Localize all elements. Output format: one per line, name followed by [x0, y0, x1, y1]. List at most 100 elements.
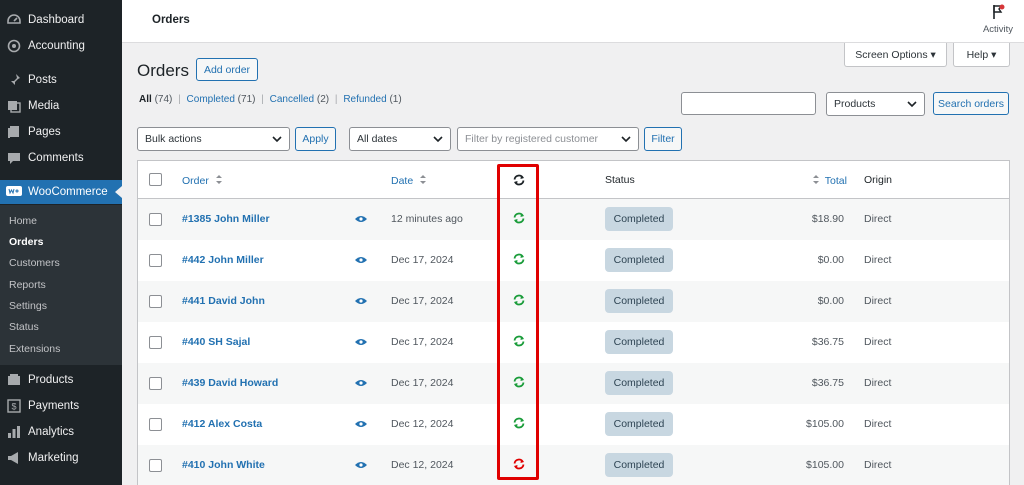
sidebar-item-label: Comments: [28, 152, 84, 164]
row-checkbox[interactable]: [149, 377, 162, 390]
chevron-down-icon: [621, 136, 631, 143]
sidebar-item-comments[interactable]: Comments: [0, 146, 122, 170]
sidebar-item-label: Accounting: [28, 40, 85, 52]
order-link[interactable]: #439 David Howard: [182, 377, 278, 389]
woocommerce-submenu: Home Orders Customers Reports Settings S…: [0, 205, 122, 365]
order-link[interactable]: #410 John White: [182, 459, 265, 471]
table-row[interactable]: #441 David John Dec 17, 2024 Completed $…: [138, 281, 1009, 322]
order-link[interactable]: #442 John Miller: [182, 254, 264, 266]
sidebar-item-payments[interactable]: $ Payments: [0, 394, 122, 418]
filter-completed[interactable]: Completed: [187, 94, 235, 105]
activity-button[interactable]: Activity: [980, 4, 1016, 35]
order-link[interactable]: #440 SH Sajal: [182, 336, 250, 348]
total-column-header[interactable]: Total: [812, 174, 847, 187]
table-header-row: Order Date Status Total Origin: [138, 161, 1009, 199]
row-checkbox[interactable]: [149, 418, 162, 431]
order-date: Dec 17, 2024: [391, 254, 454, 266]
sidebar-item-label: Analytics: [28, 426, 75, 438]
sync-status-icon: [513, 376, 525, 388]
preview-eye-icon[interactable]: [355, 297, 367, 305]
submenu-extensions[interactable]: Extensions: [9, 343, 60, 355]
preview-eye-icon[interactable]: [355, 379, 367, 387]
filter-all[interactable]: All: [139, 94, 152, 105]
filter-completed-count: (71): [237, 94, 256, 105]
search-orders-button[interactable]: Search orders: [933, 92, 1009, 115]
sidebar-item-accounting[interactable]: Accounting: [0, 34, 122, 58]
table-row[interactable]: #412 Alex Costa Dec 12, 2024 Completed $…: [138, 404, 1009, 445]
sidebar-item-dashboard[interactable]: Dashboard: [0, 8, 122, 32]
row-checkbox[interactable]: [149, 213, 162, 226]
bulk-actions-value: Bulk actions: [145, 133, 202, 145]
submenu-reports[interactable]: Reports: [9, 279, 46, 291]
row-checkbox[interactable]: [149, 295, 162, 308]
order-date: Dec 17, 2024: [391, 336, 454, 348]
date-column-header[interactable]: Date: [391, 174, 427, 187]
sidebar-item-media[interactable]: Media: [0, 94, 122, 118]
search-input[interactable]: [681, 92, 816, 115]
order-column-header[interactable]: Order: [182, 174, 223, 187]
sidebar-item-analytics[interactable]: Analytics: [0, 420, 122, 444]
order-link[interactable]: #441 David John: [182, 295, 265, 307]
page-title: Orders: [152, 14, 190, 26]
select-all-checkbox[interactable]: [149, 173, 162, 186]
order-date: Dec 12, 2024: [391, 418, 454, 430]
page-heading: Orders: [137, 61, 189, 80]
order-total: $36.75: [811, 336, 844, 348]
table-row[interactable]: #439 David Howard Dec 17, 2024 Completed…: [138, 363, 1009, 404]
order-origin: Direct: [864, 336, 892, 348]
customer-filter-placeholder: Filter by registered customer: [465, 133, 599, 145]
pin-icon: [6, 72, 22, 88]
order-origin: Direct: [864, 459, 892, 471]
order-date: Dec 12, 2024: [391, 459, 454, 471]
submenu-customers[interactable]: Customers: [9, 257, 60, 269]
order-link[interactable]: #412 Alex Costa: [182, 418, 262, 430]
screen-options-button[interactable]: Screen Options ▾: [844, 43, 947, 67]
order-link[interactable]: #1385 John Miller: [182, 213, 270, 225]
bulk-actions-select[interactable]: Bulk actions: [137, 127, 290, 151]
row-checkbox[interactable]: [149, 254, 162, 267]
date-header-label: Date: [391, 175, 414, 187]
customer-filter-select[interactable]: Filter by registered customer: [457, 127, 639, 151]
admin-sidebar: Dashboard Accounting Posts Media Pages C…: [0, 0, 122, 485]
sidebar-item-posts[interactable]: Posts: [0, 68, 122, 92]
filter-cancelled-count: (2): [316, 94, 330, 105]
order-origin: Direct: [864, 418, 892, 430]
flag-icon: [993, 4, 1005, 19]
sidebar-item-marketing[interactable]: Marketing: [0, 446, 122, 470]
submenu-status[interactable]: Status: [9, 321, 39, 333]
activity-label: Activity: [982, 24, 1014, 35]
add-order-button[interactable]: Add order: [196, 58, 258, 81]
status-badge: Completed: [605, 289, 673, 313]
row-checkbox[interactable]: [149, 459, 162, 472]
preview-eye-icon[interactable]: [355, 420, 367, 428]
sidebar-item-label: WooCommerce: [28, 186, 108, 198]
submenu-settings[interactable]: Settings: [9, 300, 47, 312]
preview-eye-icon[interactable]: [355, 461, 367, 469]
apply-button[interactable]: Apply: [295, 127, 336, 151]
chevron-down-icon: [907, 101, 917, 108]
preview-eye-icon[interactable]: [355, 338, 367, 346]
submenu-orders[interactable]: Orders: [9, 236, 43, 248]
sidebar-item-products[interactable]: Products: [0, 368, 122, 392]
preview-eye-icon[interactable]: [355, 215, 367, 223]
filter-refunded[interactable]: Refunded: [343, 94, 386, 105]
table-row[interactable]: #442 John Miller Dec 17, 2024 Completed …: [138, 240, 1009, 281]
preview-eye-icon[interactable]: [355, 256, 367, 264]
origin-column-header: Origin: [864, 174, 893, 186]
search-type-select[interactable]: Products: [826, 92, 925, 116]
filter-cancelled[interactable]: Cancelled: [270, 94, 314, 105]
table-row[interactable]: #1385 John Miller 12 minutes ago Complet…: [138, 199, 1009, 240]
table-row[interactable]: #440 SH Sajal Dec 17, 2024 Completed $36…: [138, 322, 1009, 363]
accounting-icon: [6, 38, 22, 54]
row-checkbox[interactable]: [149, 336, 162, 349]
dates-select[interactable]: All dates: [349, 127, 451, 151]
sidebar-item-pages[interactable]: Pages: [0, 120, 122, 144]
sidebar-item-woocommerce[interactable]: WooCommerce: [0, 180, 122, 204]
filter-button[interactable]: Filter: [644, 127, 682, 151]
sidebar-item-label: Marketing: [28, 452, 79, 464]
order-total: $18.90: [811, 213, 844, 225]
table-row[interactable]: #410 John White Dec 12, 2024 Completed $…: [138, 445, 1009, 485]
help-button[interactable]: Help ▾: [953, 43, 1010, 67]
submenu-home[interactable]: Home: [9, 215, 37, 227]
sync-header-icon: [513, 174, 525, 186]
